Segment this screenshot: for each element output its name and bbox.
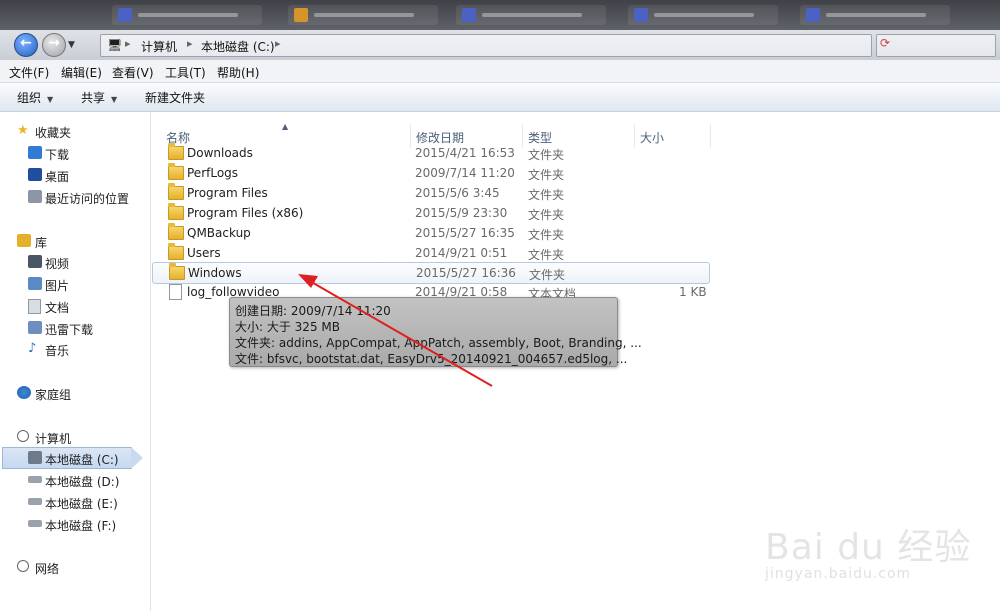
watermark: Bai du 经验 jingyan.baidu.com — [765, 498, 995, 598]
watermark-url: jingyan.baidu.com — [765, 566, 912, 582]
annotation-arrow-shaft — [307, 279, 493, 387]
watermark-brand: Bai du 经验 — [765, 527, 972, 568]
annotation-arrow-head — [298, 274, 318, 288]
